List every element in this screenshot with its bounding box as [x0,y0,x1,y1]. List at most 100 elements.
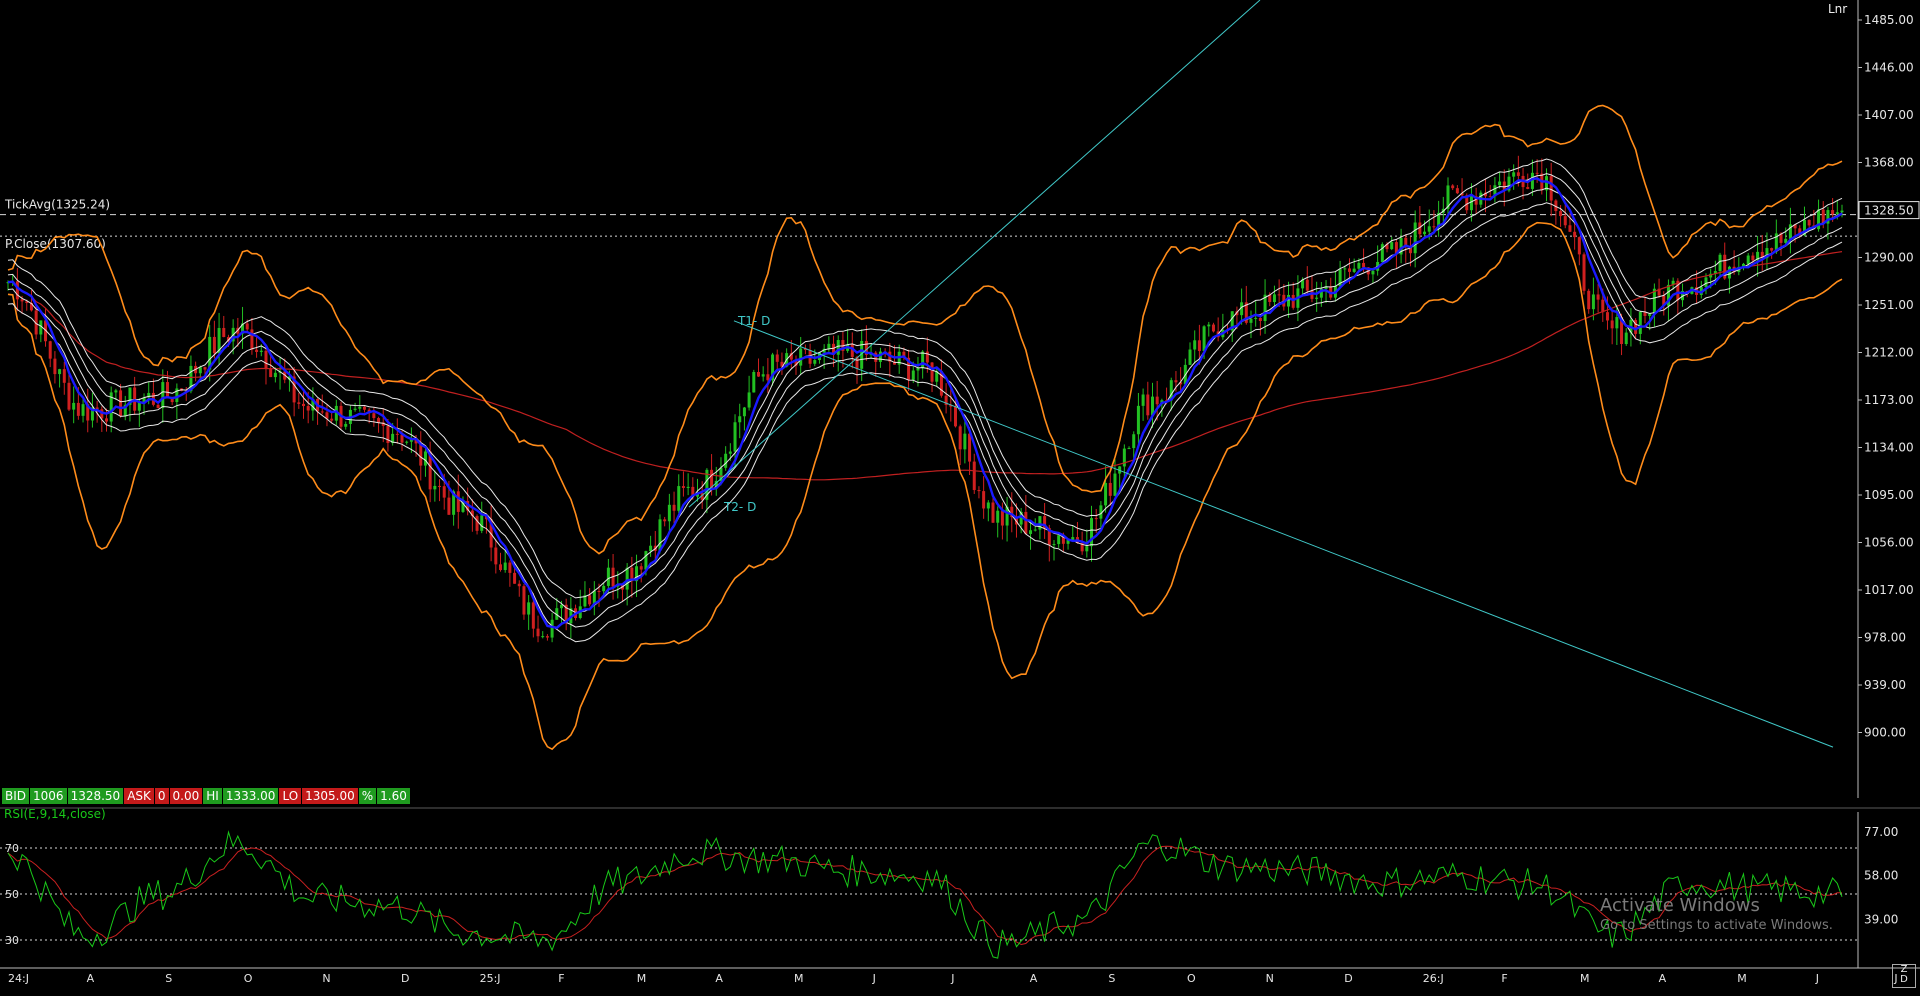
bear-candle-body [165,382,169,398]
bull-candle-body [1638,312,1642,334]
bear-candle-body [395,433,399,435]
price-tick-label: 1134.00 [1864,441,1914,455]
bull-candle-body [658,519,662,551]
bid-price: 1328.50 [67,788,125,804]
bull-candle-body [921,351,925,368]
bear-candle-body [1108,482,1112,496]
t2-trend-label: T2- D [723,500,756,514]
bear-candle-body [1094,518,1098,520]
bull-candle-body [1423,231,1427,235]
bear-candle-body [119,390,123,417]
quote-bar: BID 1006 1328.50 ASK 0 0.00 HI 1333.00 L… [2,788,411,804]
bull-candle-body [1132,434,1136,449]
bear-candle-body [1601,299,1605,313]
price-tick-label: 1446.00 [1864,61,1914,75]
bull-candle-body [559,604,563,609]
bear-candle-body [1563,216,1567,226]
envelope-band-line-4 [7,158,1843,599]
rsi-line [7,830,1843,959]
price-tick-label: 1368.00 [1864,156,1914,170]
bear-candle-body [968,433,972,462]
bull-candle-body [1113,473,1117,496]
bull-candle-body [1033,529,1037,531]
bear-candle-body [1146,394,1150,416]
bear-candle-body [15,281,19,300]
bull-candle-body [1057,535,1061,545]
time-axis-label: A [1030,972,1038,985]
bull-candle-body [1085,546,1089,552]
bull-candle-body [72,402,76,410]
bull-candle-body [1202,326,1206,352]
price-tick-label: 1407.00 [1864,108,1914,122]
zoom-default-button[interactable]: Z D [1892,964,1916,988]
long-moving-average-line [7,251,1843,481]
bear-candle-body [1155,396,1159,405]
bull-candle-body [58,369,62,375]
price-tick-label: 978.00 [1864,631,1906,645]
activate-windows-watermark: Activate Windows Go to Settings to activ… [1600,895,1833,933]
bull-candle-body [273,372,277,378]
bull-candle-body [1263,294,1267,322]
bull-candle-body [1835,212,1839,215]
price-tick-label: 900.00 [1864,726,1906,740]
bear-candle-body [419,443,423,466]
rsi-left-tick: 50 [5,888,19,901]
bull-candle-body [527,602,531,615]
bear-candle-body [264,350,268,369]
bear-candle-body [494,547,498,565]
rsi-indicator-label[interactable]: RSI(E,9,14,close) [4,807,106,821]
price-tick-label: 1485.00 [1864,13,1914,27]
bull-candle-body [602,585,606,592]
bear-candle-body [545,636,549,638]
bear-candle-body [269,368,273,378]
t1-trend-label: T1- D [737,314,770,328]
time-axis-label: N [1266,972,1274,985]
trendline-down [733,320,1834,748]
rsi-right-tick: 58.00 [1864,869,1898,883]
bull-candle-body [1746,255,1750,264]
bull-candle-body [1193,340,1197,350]
bull-candle-body [733,422,737,452]
time-axis-label: J [1815,972,1819,985]
time-axis-label: M [794,972,804,985]
bear-candle-body [1559,211,1563,217]
bear-candle-body [330,418,334,421]
bull-candle-body [813,360,817,364]
bull-candle-body [81,404,85,416]
bear-candle-body [48,341,52,359]
bull-candle-body [198,367,202,374]
last-price-label: 1328.50 [1864,204,1914,218]
bull-candle-body [1727,266,1731,279]
time-axis-label: S [1108,972,1115,985]
bull-candle-body [1413,222,1417,254]
bear-candle-body [447,497,451,515]
bull-candle-body [911,370,915,380]
chart-area[interactable]: 1485.001446.001407.001368.001329.001290.… [0,0,1920,992]
bull-candle-body [963,433,967,450]
bear-candle-body [672,504,676,511]
time-axis-label: J [950,972,954,985]
bull-candle-body [433,485,437,490]
bull-candle-body [996,510,1000,523]
price-chart-svg[interactable]: 1485.001446.001407.001368.001329.001290.… [0,0,1920,992]
bear-candle-body [1831,210,1835,215]
bull-candle-body [986,502,990,509]
bear-candle-body [1277,294,1281,296]
bear-candle-body [1573,231,1577,238]
ask-qty: 0 [154,788,170,804]
time-axis-label: F [558,972,564,985]
bull-candle-body [1648,313,1652,316]
bear-candle-body [588,595,592,605]
bull-candle-body [344,423,348,427]
scale-mode-label[interactable]: Lnr [1828,2,1847,16]
bear-candle-body [203,367,207,370]
bull-candle-body [1704,277,1708,288]
bear-candle-body [1000,510,1004,526]
bear-candle-body [1432,226,1436,228]
bear-candle-body [991,502,995,523]
bull-candle-body [1624,332,1628,345]
time-axis-label: O [244,972,253,985]
bull-candle-body [114,390,118,393]
ask-price: 0.00 [169,788,204,804]
rsi-left-tick: 30 [5,934,19,947]
